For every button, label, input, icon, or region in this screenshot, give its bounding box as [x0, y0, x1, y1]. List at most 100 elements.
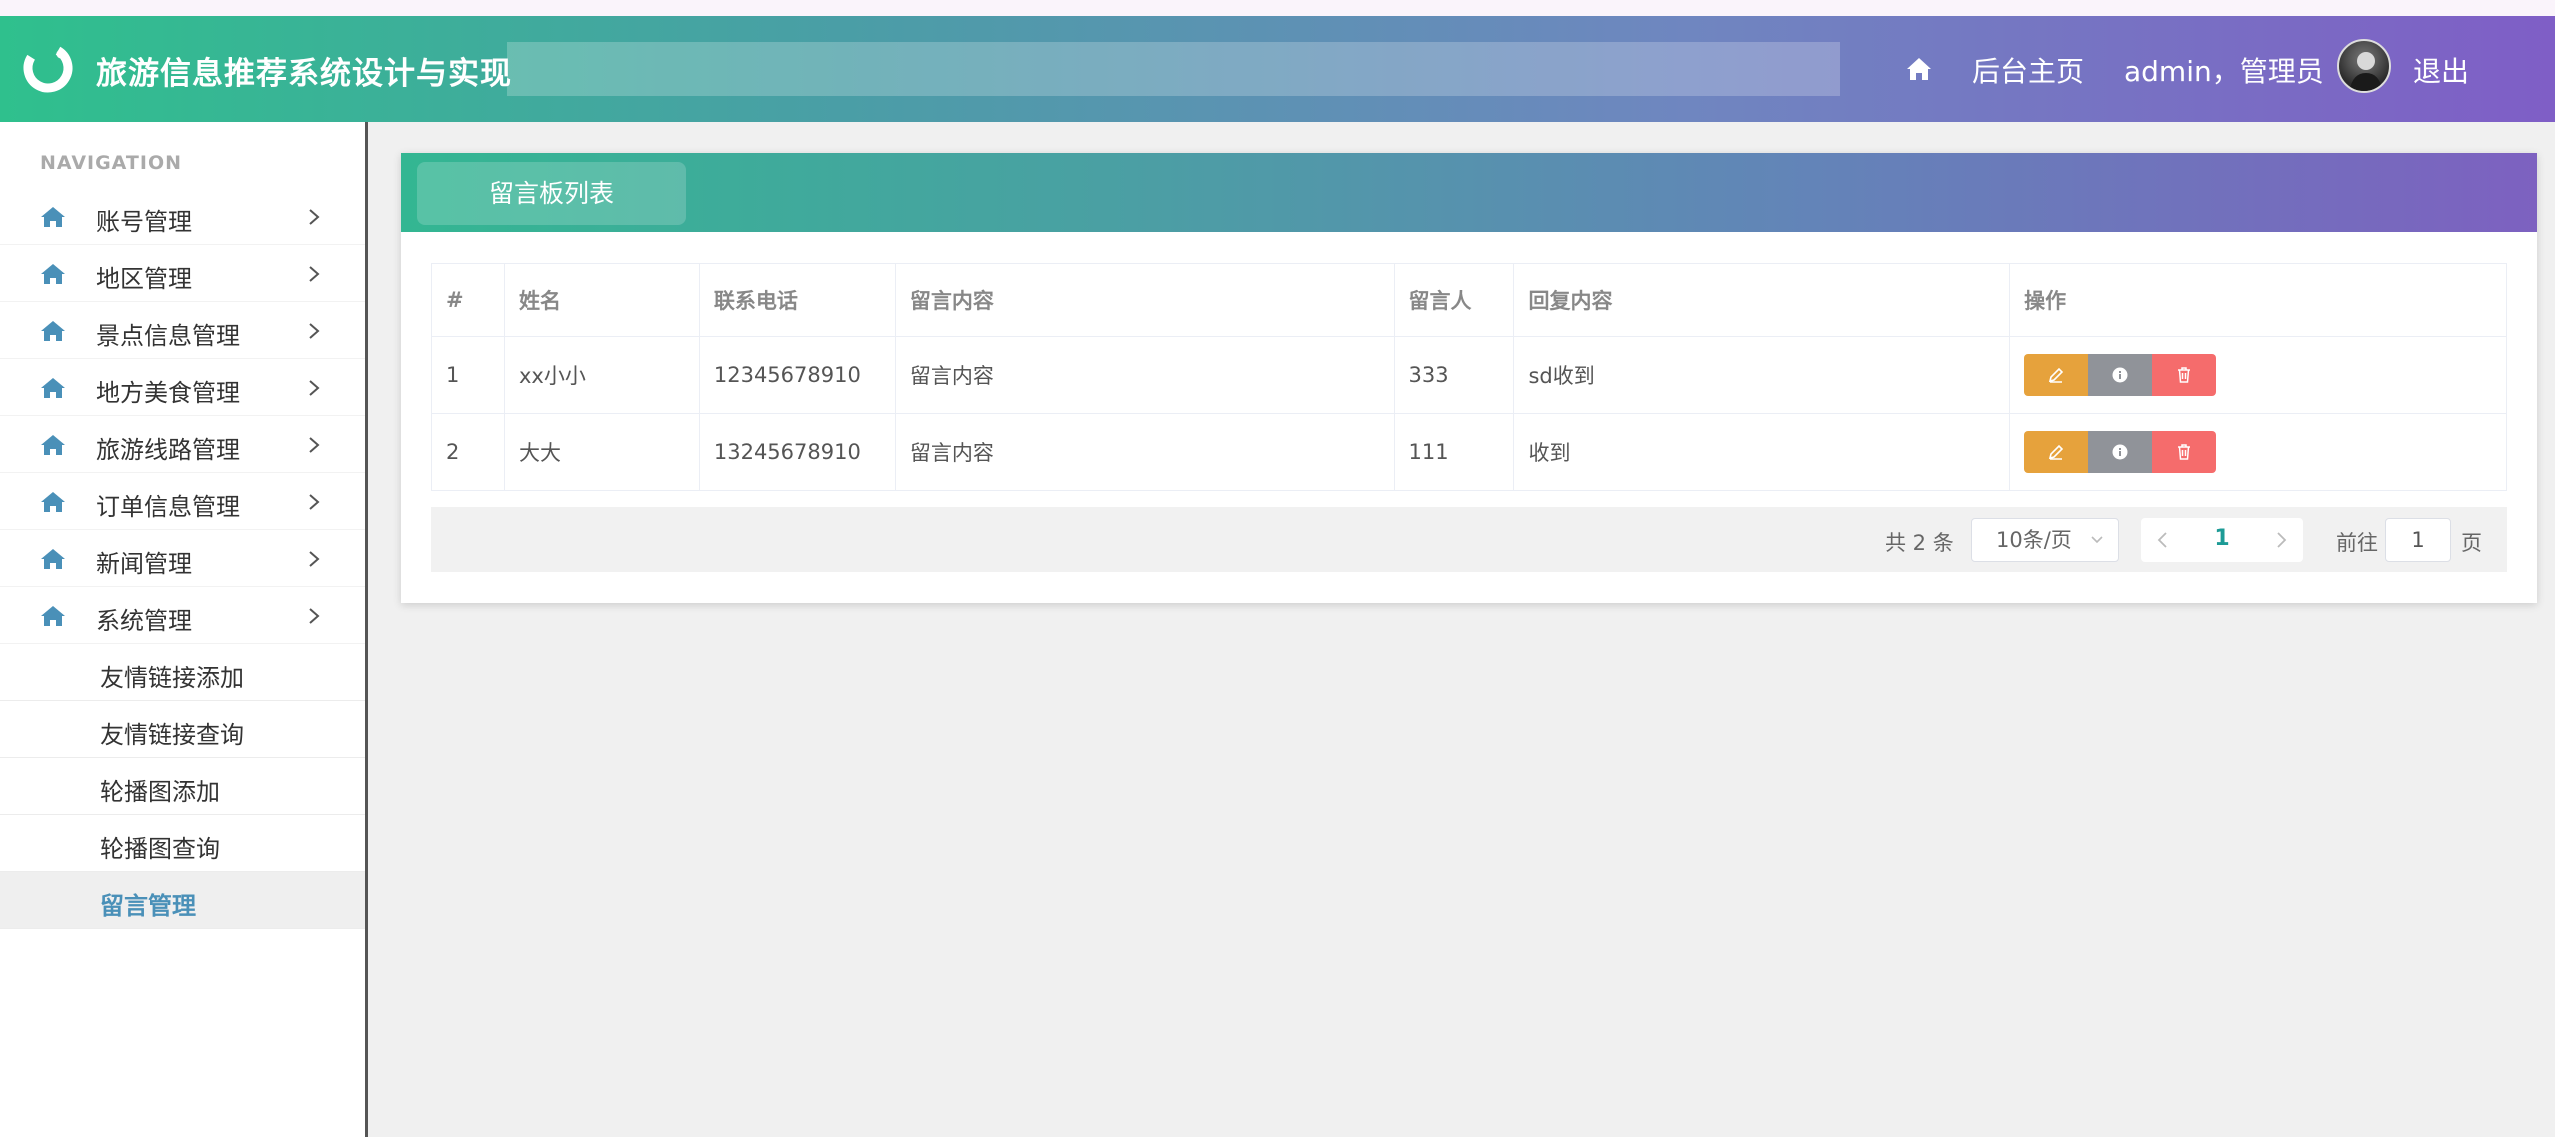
- top-header: 旅游信息推荐系统设计与实现 后台主页 admin，管理员 退出: [0, 16, 2555, 122]
- sidebar-subitem-carousel-add[interactable]: 轮播图添加: [0, 758, 365, 815]
- nav-heading: NAVIGATION: [40, 152, 182, 174]
- sidebar-item-label: 地区管理: [96, 265, 192, 293]
- sidebar-item-label: 新闻管理: [96, 550, 192, 578]
- cell-phone: 12345678910: [698, 336, 896, 414]
- table-row: 1 xx小小 12345678910 留言内容 333 sd收到: [431, 336, 2507, 414]
- column-header-name: 姓名: [503, 263, 700, 337]
- cell-actions: [2009, 413, 2507, 491]
- column-header-actions: 操作: [2009, 263, 2507, 337]
- sidebar-item-region[interactable]: 地区管理: [0, 245, 365, 302]
- home-icon: [41, 264, 65, 284]
- avatar-person-icon: [2349, 52, 2383, 91]
- sidebar-subitem-label: 友情链接添加: [100, 664, 244, 692]
- cell-author: 333: [1393, 336, 1515, 414]
- chevron-right-icon: [309, 551, 320, 567]
- cell-content: 留言内容: [894, 413, 1395, 491]
- home-icon: [41, 606, 65, 626]
- row-actions: [2024, 431, 2492, 473]
- logout-link[interactable]: 退出: [2413, 50, 2469, 90]
- sidebar-subitem-friendlink-query[interactable]: 友情链接查询: [0, 701, 365, 758]
- cell-author: 111: [1393, 413, 1515, 491]
- goto-suffix: 页: [2461, 531, 2482, 555]
- browser-top-strip: [0, 0, 2555, 16]
- detail-button[interactable]: [2088, 354, 2153, 396]
- home-icon: [41, 549, 65, 569]
- current-user: admin，管理员: [2124, 55, 2324, 88]
- row-actions: [2024, 354, 2492, 396]
- trash-icon: [2178, 367, 2191, 383]
- cell-name: 大大: [503, 413, 700, 491]
- sidebar-item-food[interactable]: 地方美食管理: [0, 359, 365, 416]
- chevron-right-icon: [309, 323, 320, 339]
- chevron-right-icon[interactable]: [2259, 518, 2303, 562]
- app-title: 旅游信息推荐系统设计与实现: [96, 56, 512, 92]
- cell-index: 1: [431, 336, 505, 414]
- delete-button[interactable]: [2152, 354, 2217, 396]
- delete-button[interactable]: [2152, 431, 2217, 473]
- chevron-left-icon[interactable]: [2141, 518, 2185, 562]
- nav-list: 账号管理 地区管理 景点信息管理 地方美食管理 旅游线路管理 订单信息管理 新闻…: [0, 188, 365, 929]
- home-icon: [41, 207, 65, 227]
- sidebar-subitem-carousel-query[interactable]: 轮播图查询: [0, 815, 365, 872]
- goto-label: 前往: [2336, 531, 2378, 555]
- column-header-index: #: [431, 263, 505, 337]
- detail-button[interactable]: [2088, 431, 2153, 473]
- sidebar: NAVIGATION 账号管理 地区管理 景点信息管理 地方美食管理 旅游线路管…: [0, 122, 368, 1137]
- message-table: # 姓名 联系电话 留言内容 留言人 回复内容 操作 1 xx小小 123456…: [431, 263, 2507, 491]
- sidebar-subitem-messages[interactable]: 留言管理: [0, 872, 365, 929]
- cell-name: xx小小: [503, 336, 700, 414]
- pager-controls: 1: [2141, 518, 2303, 562]
- panel-header: 留言板列表: [401, 153, 2537, 232]
- pagination: 共 2 条 10条/页 1 前往 页: [431, 507, 2507, 572]
- page-size-value: 10条/页: [1996, 528, 2072, 552]
- sidebar-item-attractions[interactable]: 景点信息管理: [0, 302, 365, 359]
- cell-reply: 收到: [1513, 413, 2011, 491]
- chevron-right-icon: [309, 437, 320, 453]
- table-header-row: # 姓名 联系电话 留言内容 留言人 回复内容 操作: [431, 263, 2507, 337]
- home-icon: [41, 435, 65, 455]
- info-icon: [2112, 444, 2128, 460]
- cell-index: 2: [431, 413, 505, 491]
- sidebar-subitem-label: 友情链接查询: [100, 721, 244, 749]
- chevron-right-icon: [309, 494, 320, 510]
- table-row: 2 大大 13245678910 留言内容 111 收到: [431, 413, 2507, 491]
- header-search-bar[interactable]: [507, 42, 1840, 96]
- app-logo-icon: [23, 43, 73, 93]
- chevron-right-icon: [309, 380, 320, 396]
- sidebar-item-orders[interactable]: 订单信息管理: [0, 473, 365, 530]
- goto-page-input[interactable]: [2385, 518, 2451, 562]
- chevron-right-icon: [309, 608, 320, 624]
- sidebar-item-system[interactable]: 系统管理: [0, 587, 365, 644]
- home-icon[interactable]: [1904, 54, 1934, 84]
- home-icon: [41, 321, 65, 341]
- chevron-down-icon: [2091, 536, 2103, 544]
- cell-reply: sd收到: [1513, 336, 2011, 414]
- sidebar-item-label: 账号管理: [96, 208, 192, 236]
- column-header-author: 留言人: [1393, 263, 1515, 337]
- edit-icon: [2049, 444, 2064, 460]
- info-icon: [2112, 367, 2128, 383]
- column-header-content: 留言内容: [894, 263, 1395, 337]
- message-board-panel: 留言板列表 # 姓名 联系电话 留言内容 留言人 回复内容 操作 1 xx小小 …: [401, 153, 2537, 603]
- total-count: 共 2 条: [1885, 531, 1954, 555]
- sidebar-subitem-label: 留言管理: [100, 892, 196, 920]
- column-header-phone: 联系电话: [698, 263, 896, 337]
- sidebar-item-routes[interactable]: 旅游线路管理: [0, 416, 365, 473]
- page-size-select[interactable]: 10条/页: [1971, 518, 2119, 562]
- avatar[interactable]: [2337, 39, 2391, 93]
- sidebar-subitem-label: 轮播图添加: [100, 778, 220, 806]
- sidebar-subitem-friendlink-add[interactable]: 友情链接添加: [0, 644, 365, 701]
- page-number-current[interactable]: 1: [2197, 526, 2247, 551]
- chevron-right-icon: [309, 266, 320, 282]
- edit-button[interactable]: [2024, 431, 2089, 473]
- chevron-right-icon: [309, 209, 320, 225]
- admin-home-link[interactable]: 后台主页: [1972, 50, 2084, 90]
- sidebar-item-account[interactable]: 账号管理: [0, 188, 365, 245]
- tab-message-list[interactable]: 留言板列表: [417, 162, 686, 225]
- home-icon: [41, 378, 65, 398]
- edit-button[interactable]: [2024, 354, 2089, 396]
- sidebar-item-label: 景点信息管理: [96, 322, 240, 350]
- home-icon: [41, 492, 65, 512]
- cell-phone: 13245678910: [698, 413, 896, 491]
- sidebar-item-news[interactable]: 新闻管理: [0, 530, 365, 587]
